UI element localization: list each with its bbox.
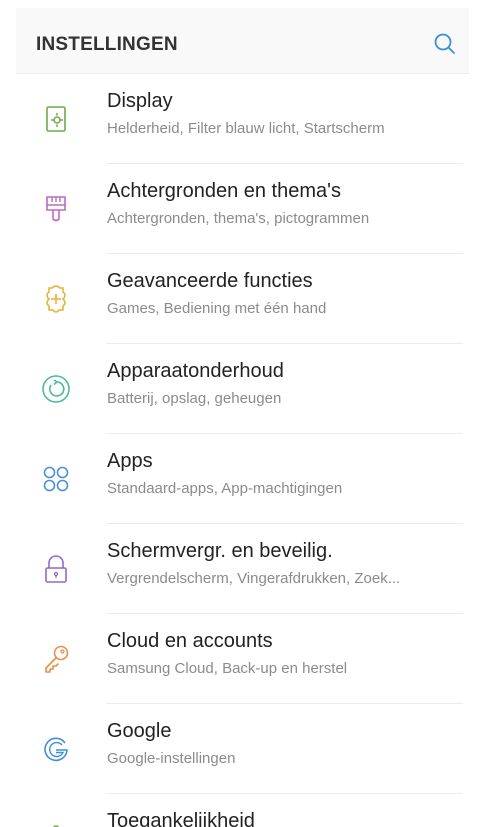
apps-icon (43, 466, 69, 492)
item-subtitle: Samsung Cloud, Back-up en herstel (107, 660, 348, 677)
paintbrush-icon (46, 196, 66, 222)
item-title: Achtergronden en thema's (107, 180, 341, 202)
item-subtitle: Google-instellingen (107, 750, 236, 767)
search-icon (434, 33, 455, 54)
item-subtitle: Helderheid, Filter blauw licht, Startsch… (107, 120, 385, 137)
settings-item-lock-security[interactable]: Schermvergr. en beveilig. Vergrendelsche… (16, 524, 469, 614)
item-title: Schermvergr. en beveilig. (107, 540, 333, 562)
device-care-icon (42, 375, 70, 403)
settings-list: Display Helderheid, Filter blauw licht, … (16, 74, 469, 827)
settings-item-accessibility[interactable]: Toegankelijkheid (16, 794, 469, 827)
google-icon (44, 737, 68, 762)
item-title: Geavanceerde functies (107, 270, 313, 292)
item-title: Apps (107, 450, 153, 472)
settings-item-wallpapers-themes[interactable]: Achtergronden en thema's Achtergronden, … (16, 164, 469, 254)
search-button[interactable] (431, 30, 459, 58)
item-subtitle: Achtergronden, thema's, pictogrammen (107, 210, 370, 227)
display-icon (46, 106, 66, 132)
app-bar: INSTELLINGEN (16, 8, 469, 74)
item-title: Google (107, 720, 172, 742)
puzzle-gear-icon (46, 285, 66, 313)
page-title: INSTELLINGEN (36, 34, 178, 55)
item-title: Display (107, 90, 173, 112)
settings-item-apps[interactable]: Apps Standaard-apps, App-machtigingen (16, 434, 469, 524)
item-subtitle: Batterij, opslag, geheugen (107, 390, 282, 407)
settings-screen: INSTELLINGEN Display Helderheid, Filter … (0, 0, 477, 827)
lock-icon (45, 555, 67, 583)
item-subtitle: Games, Bediening met één hand (107, 300, 327, 317)
key-icon (45, 645, 69, 673)
item-subtitle: Vergrendelscherm, Vingerafdrukken, Zoek.… (107, 570, 401, 587)
settings-item-cloud-accounts[interactable]: Cloud en accounts Samsung Cloud, Back-up… (16, 614, 469, 704)
item-subtitle: Standaard-apps, App-machtigingen (107, 480, 343, 497)
item-title: Cloud en accounts (107, 630, 273, 652)
accessibility-icon (52, 825, 60, 827)
item-title: Apparaatonderhoud (107, 360, 284, 382)
item-title: Toegankelijkheid (107, 810, 255, 827)
settings-item-advanced-features[interactable]: Geavanceerde functies Games, Bediening m… (16, 254, 469, 344)
settings-item-display[interactable]: Display Helderheid, Filter blauw licht, … (16, 74, 469, 164)
settings-item-device-maintenance[interactable]: Apparaatonderhoud Batterij, opslag, gehe… (16, 344, 469, 434)
settings-item-google[interactable]: Google Google-instellingen (16, 704, 469, 794)
